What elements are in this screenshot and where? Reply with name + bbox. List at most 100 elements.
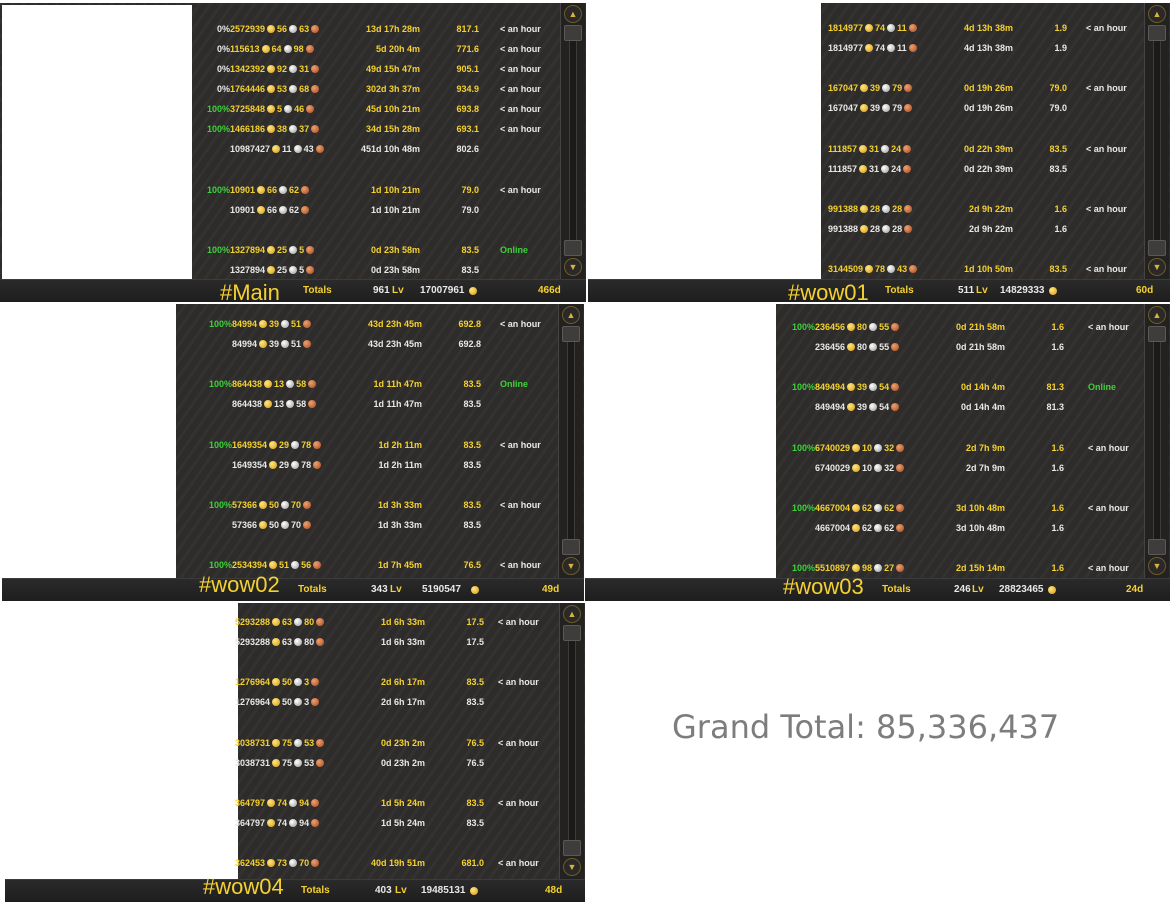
scrollbar[interactable]: ▲ ▼ <box>559 603 584 880</box>
scroll-button-bottom[interactable] <box>1148 539 1166 555</box>
scrollbar[interactable]: ▲ ▼ <box>1144 3 1169 280</box>
scroll-down-knob-icon[interactable]: ▼ <box>1148 557 1166 575</box>
played-time: 0d 14h 4m <box>960 402 1005 412</box>
copper-amount: 43 <box>303 144 314 154</box>
copper-coin-icon <box>311 799 320 807</box>
total-days: 49d <box>542 584 560 595</box>
gold-coin-icon <box>272 759 281 767</box>
copper-amount: 62 <box>884 503 895 513</box>
played-time: 1d 10h 21m <box>370 205 420 215</box>
silver-coin-icon <box>289 65 298 73</box>
gold-coin-icon <box>257 206 266 214</box>
copper-amount: 5 <box>299 245 305 255</box>
copper-amount: 62 <box>884 523 895 533</box>
gold-amount: 3038731 <box>235 758 271 768</box>
scroll-track[interactable] <box>569 25 577 252</box>
rate-value: 79.0 <box>1049 103 1067 113</box>
scroll-button-bottom[interactable] <box>563 840 581 856</box>
copper-amount: 53 <box>304 758 315 768</box>
percent-label: 100% <box>791 322 815 332</box>
scroll-up-knob-icon[interactable]: ▲ <box>1148 5 1166 23</box>
scroll-button-top[interactable] <box>563 625 581 641</box>
last-seen-label: < an hour <box>500 124 541 134</box>
list-item: 167047 39 79 0d 19h 26m 79.0 < an hour <box>588 83 1140 97</box>
silver-coin-icon <box>289 246 298 254</box>
gold-coin-icon <box>272 698 281 706</box>
copper-coin-icon <box>896 464 905 472</box>
total-days: 60d <box>1136 285 1154 296</box>
gold-coin-icon <box>860 205 869 213</box>
silver-amount: 51 <box>279 560 290 570</box>
scroll-button-top[interactable] <box>564 25 582 41</box>
silver-coin-icon <box>874 504 883 512</box>
scroll-down-knob-icon[interactable]: ▼ <box>563 858 581 876</box>
scroll-down-knob-icon[interactable]: ▼ <box>1148 258 1166 276</box>
grand-total-text: Grand Total: 85,336,437 <box>672 708 1060 746</box>
scroll-down-knob-icon[interactable]: ▼ <box>562 557 580 575</box>
gold-amount: 1276964 <box>235 697 271 707</box>
scroll-up-knob-icon[interactable]: ▲ <box>562 306 580 324</box>
silver-coin-icon <box>887 24 896 32</box>
scroll-button-bottom[interactable] <box>562 539 580 555</box>
gold-coin-icon <box>269 561 278 569</box>
scroll-button-bottom[interactable] <box>564 240 582 256</box>
rate-value: 693.8 <box>456 104 479 114</box>
list-item: 100% 849494 39 54 0d 14h 4m 81.3 Online <box>585 382 1140 396</box>
gold-coin-icon <box>259 340 268 348</box>
rate-value: 1.6 <box>1051 342 1064 352</box>
silver-amount: 50 <box>282 697 293 707</box>
gold-amount: 1327894 <box>230 245 266 255</box>
silver-coin-icon <box>294 678 303 686</box>
silver-coin-icon <box>289 819 298 827</box>
scroll-button-bottom[interactable] <box>1148 240 1166 256</box>
currency-group: 4667004 62 62 <box>815 523 905 533</box>
currency-group: 115613 64 98 <box>230 44 315 54</box>
silver-amount: 74 <box>875 43 886 53</box>
scroll-button-top[interactable] <box>562 326 580 342</box>
totals-bar: Totals 961 Lv 17007961 466d <box>0 279 586 302</box>
gold-coin-icon <box>272 618 281 626</box>
silver-coin-icon <box>874 444 883 452</box>
scroll-button-top[interactable] <box>1148 326 1166 342</box>
played-time: 0d 22h 39m <box>963 144 1013 154</box>
percent-label: 100% <box>208 379 232 389</box>
last-seen-label: < an hour <box>500 84 541 94</box>
rate-value: 81.3 <box>1046 382 1064 392</box>
copper-coin-icon <box>311 125 320 133</box>
panel-wow04: ▲ ▼ 5293288 63 80 1d 6h 33m 17.5 < an hour 52932… <box>5 603 585 902</box>
silver-coin-icon <box>869 323 878 331</box>
silver-coin-icon <box>294 759 303 767</box>
currency-group: 3038731 75 53 <box>235 738 325 748</box>
scrollbar[interactable]: ▲ ▼ <box>560 3 585 280</box>
scroll-up-knob-icon[interactable]: ▲ <box>563 605 581 623</box>
last-seen-label: < an hour <box>498 858 539 868</box>
played-time: 302d 3h 37m <box>365 84 420 94</box>
gold-coin-icon <box>267 819 276 827</box>
list-item: 100% 10901 66 62 1d 10h 21m 79.0 < an hour <box>0 185 556 199</box>
scroll-track[interactable] <box>1153 326 1161 551</box>
gold-coin-icon <box>852 464 861 472</box>
scroll-up-knob-icon[interactable]: ▲ <box>1148 306 1166 324</box>
silver-coin-icon <box>281 320 290 328</box>
played-time: 0d 23h 58m <box>370 245 420 255</box>
gold-coin-icon <box>267 125 276 133</box>
scroll-button-top[interactable] <box>1148 25 1166 41</box>
percent-label: 0% <box>216 44 230 54</box>
total-level: 511 <box>958 285 975 296</box>
scroll-track[interactable] <box>568 625 576 852</box>
rate-value: 83.5 <box>466 818 484 828</box>
scroll-down-knob-icon[interactable]: ▼ <box>564 258 582 276</box>
scroll-up-knob-icon[interactable]: ▲ <box>564 5 582 23</box>
rate-value: 934.9 <box>456 84 479 94</box>
scroll-track[interactable] <box>567 326 575 551</box>
list-item: 4667004 62 62 3d 10h 48m 1.6 <box>585 523 1140 537</box>
silver-coin-icon <box>284 105 293 113</box>
list-item: 364797 74 94 1d 5h 24m 83.5 < an hour <box>5 798 555 812</box>
silver-amount: 5 <box>277 104 283 114</box>
currency-group: 84994 39 51 <box>232 339 312 349</box>
scrollbar[interactable]: ▲ ▼ <box>558 304 583 579</box>
gold-amount: 2572939 <box>230 24 266 34</box>
scroll-track[interactable] <box>1153 25 1161 252</box>
scrollbar[interactable]: ▲ ▼ <box>1144 304 1169 579</box>
last-seen-label: < an hour <box>500 319 541 329</box>
